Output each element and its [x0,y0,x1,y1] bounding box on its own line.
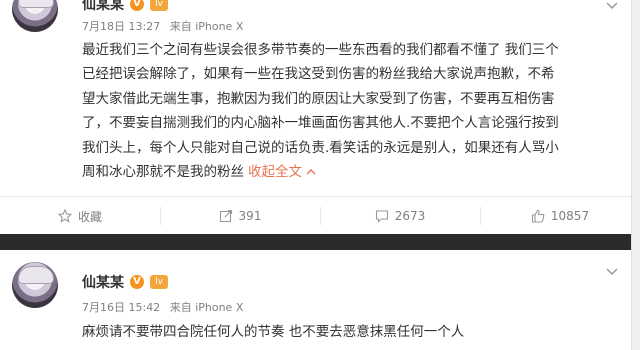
post-text-line: 望大家借此无端生事，抱歉因为我们的原因让大家受到了伤害，不要再互相伤害 [82,90,555,107]
favorite-label: 收藏 [77,209,102,224]
post-text-line: 已经把误会解除了，如果有一些在我这受到伤害的粉丝我给大家说声抱歉，不希 [82,66,555,83]
favorite-button[interactable]: 收藏 [0,197,160,235]
post-text: 麻烦请不要带四合院任何人的节奏 也不要去恶意抹黑任何一个人 [82,320,630,344]
post-source: 来自 iPhone X [169,20,244,33]
level-badge-icon: lv [150,0,168,11]
repost-count: 391 [238,209,262,223]
collapse-text-link[interactable]: 收起全文 [248,164,302,180]
post-meta: 7月18日 13:27 来自 iPhone X [82,18,249,34]
avatar-hair [18,266,54,284]
avatar[interactable] [12,0,58,32]
avatar-hair [18,0,54,8]
post-date[interactable]: 7月18日 13:27 [82,20,160,33]
post-text-line: 麻烦请不要带四合院任何人的节奏 也不要去恶意抹黑任何一个人 [82,324,465,340]
post-text-line: 周和冰心那就不是我的粉丝 收起全文 [82,160,630,184]
verified-badge-icon: V [130,275,144,289]
repost-button[interactable]: 391 [160,197,320,235]
post-date[interactable]: 7月16日 15:42 [82,301,160,314]
post-text-last: 周和冰心那就不是我的粉丝 [82,164,244,181]
post-action-bar: 收藏 391 2673 10857 [0,196,640,235]
thumbs-up-icon [531,209,545,223]
author-row: 仙某某 V lv [82,0,168,14]
chevron-up-icon[interactable] [306,169,316,175]
like-count: 10857 [550,209,590,223]
post-card: 仙某某 V lv 7月16日 15:42 来自 iPhone X 麻烦请不要带四… [0,250,640,350]
post-source: 来自 iPhone X [169,301,244,314]
chevron-down-icon[interactable] [606,2,618,10]
comment-icon [375,210,388,223]
post-meta: 7月16日 15:42 来自 iPhone X [82,299,249,315]
repost-icon [219,209,232,223]
verified-badge-icon: V [130,0,144,11]
scrollbar-track[interactable] [631,0,640,350]
weibo-feed: 仙某某 V lv 7月18日 13:27 来自 iPhone X 最近我们三个之… [0,0,640,350]
post-text-line: 了，不要妄自揣测我们的内心脑补一堆画面伤害其他人.不要把个人言论强行按到 [82,115,559,132]
post-text-line: 最近我们三个之间有些误会很多带节奏的一些东西看的我们都看不懂了 我们三个 [82,42,559,58]
author-name[interactable]: 仙某某 [82,0,124,14]
like-button[interactable]: 10857 [480,197,640,235]
author-row: 仙某某 V lv [82,272,168,292]
post-card: 仙某某 V lv 7月18日 13:27 来自 iPhone X 最近我们三个之… [0,0,640,234]
chevron-down-icon[interactable] [606,268,618,276]
avatar[interactable] [12,262,58,308]
star-icon [57,209,72,223]
comment-count: 2673 [394,209,426,223]
author-name[interactable]: 仙某某 [82,272,124,292]
post-text-line: 我们头上，每个人只能对自己说的话负责.看笑话的永远是别人，如果还有人骂小 [82,139,559,156]
post-text: 最近我们三个之间有些误会很多带节奏的一些东西看的我们都看不懂了 我们三个 已经把… [82,38,630,184]
level-badge-icon: lv [150,275,168,289]
comment-button[interactable]: 2673 [320,197,480,235]
